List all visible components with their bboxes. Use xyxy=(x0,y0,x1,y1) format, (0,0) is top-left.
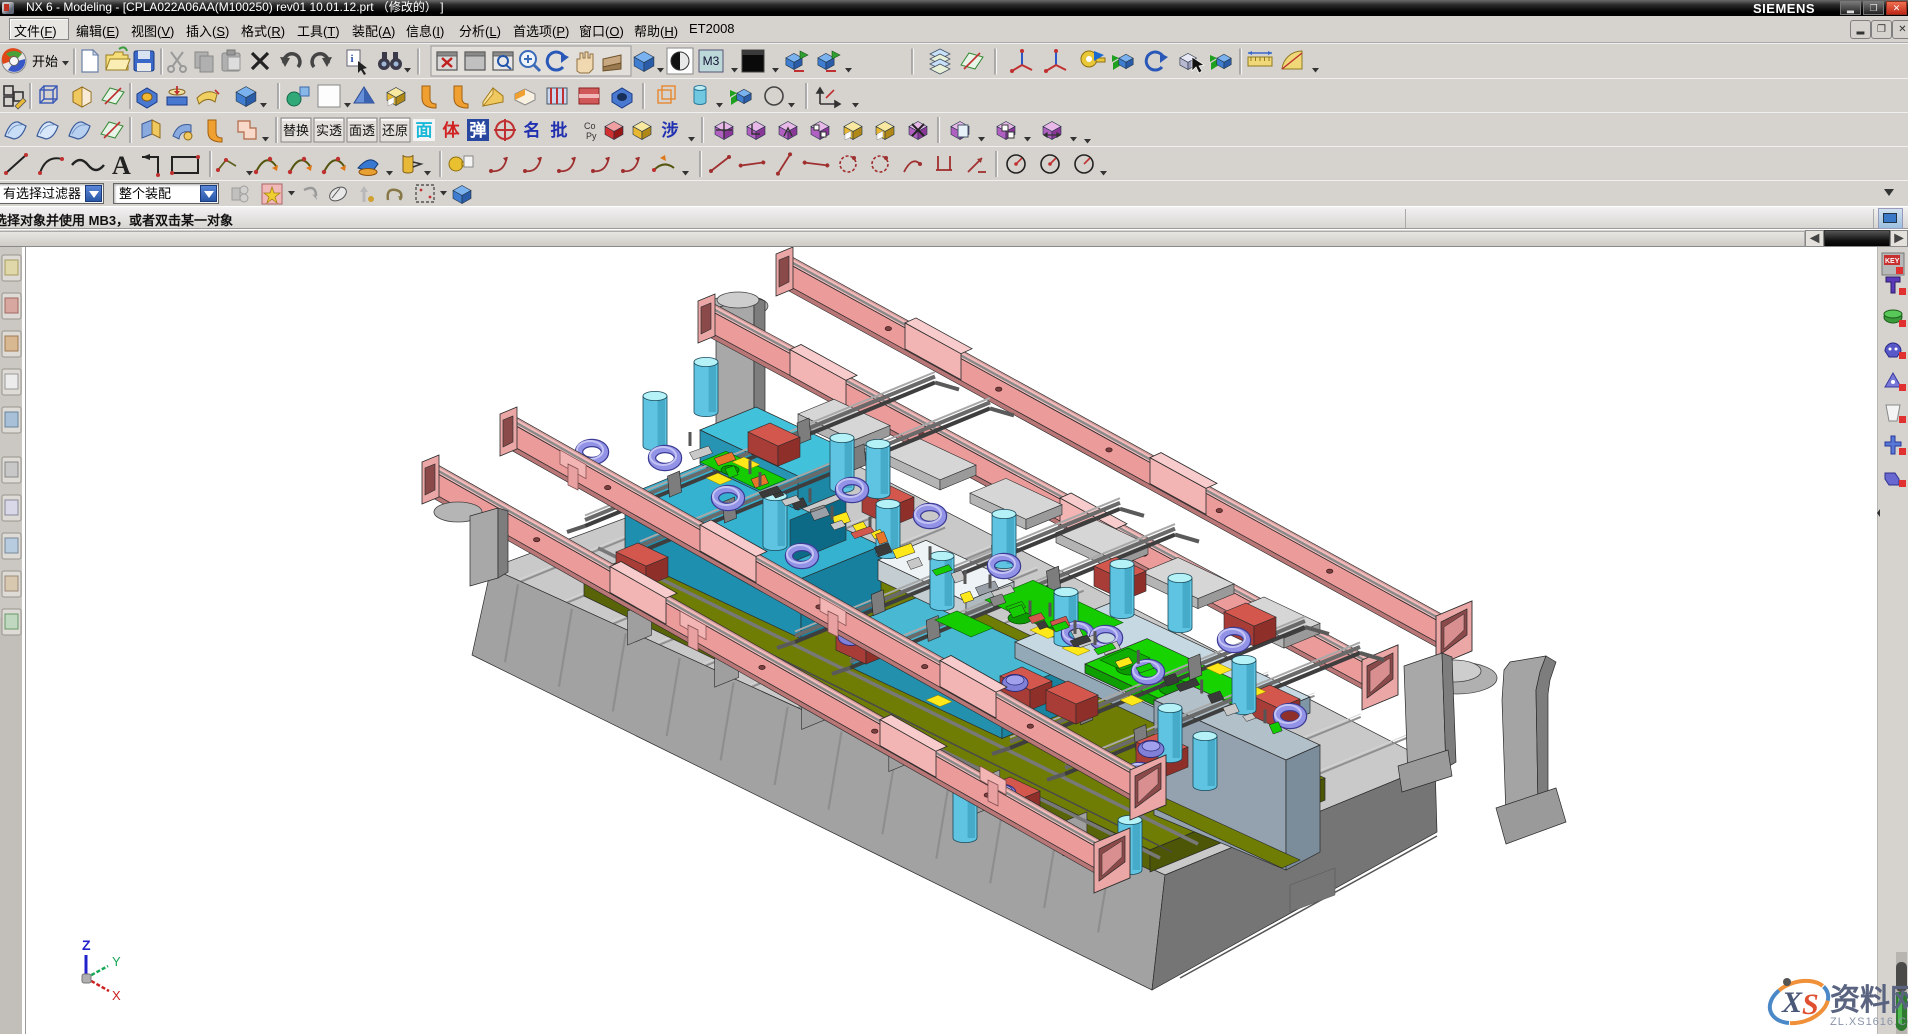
svg-text:X: X xyxy=(1781,986,1803,1019)
svg-text:A: A xyxy=(112,151,131,180)
svg-text:涉: 涉 xyxy=(662,121,679,140)
svg-text:Py: Py xyxy=(586,131,597,141)
svg-text:资料网: 资料网 xyxy=(1830,984,1908,1017)
svg-text:体: 体 xyxy=(443,120,461,140)
svg-text:面: 面 xyxy=(416,121,433,140)
svg-text:S: S xyxy=(1802,988,1819,1021)
svg-text:X: X xyxy=(112,988,121,1003)
svg-text:实透: 实透 xyxy=(316,123,342,138)
svg-text:Z: Z xyxy=(82,937,91,953)
svg-text:名: 名 xyxy=(524,120,541,140)
svg-text:开始: 开始 xyxy=(32,54,58,69)
svg-text:ZL.XS1616.COM: ZL.XS1616.COM xyxy=(1830,1016,1908,1028)
svg-text:Y: Y xyxy=(112,954,121,969)
svg-text:面透: 面透 xyxy=(349,123,375,138)
svg-text:Co: Co xyxy=(584,121,596,131)
svg-text:M3: M3 xyxy=(703,54,720,68)
svg-text:还原: 还原 xyxy=(382,123,408,138)
svg-text:批: 批 xyxy=(551,120,568,140)
svg-text:替换: 替换 xyxy=(283,123,309,138)
svg-text:i: i xyxy=(350,53,353,65)
svg-text:弹: 弹 xyxy=(470,120,487,140)
svg-text:KEY: KEY xyxy=(1885,258,1900,265)
